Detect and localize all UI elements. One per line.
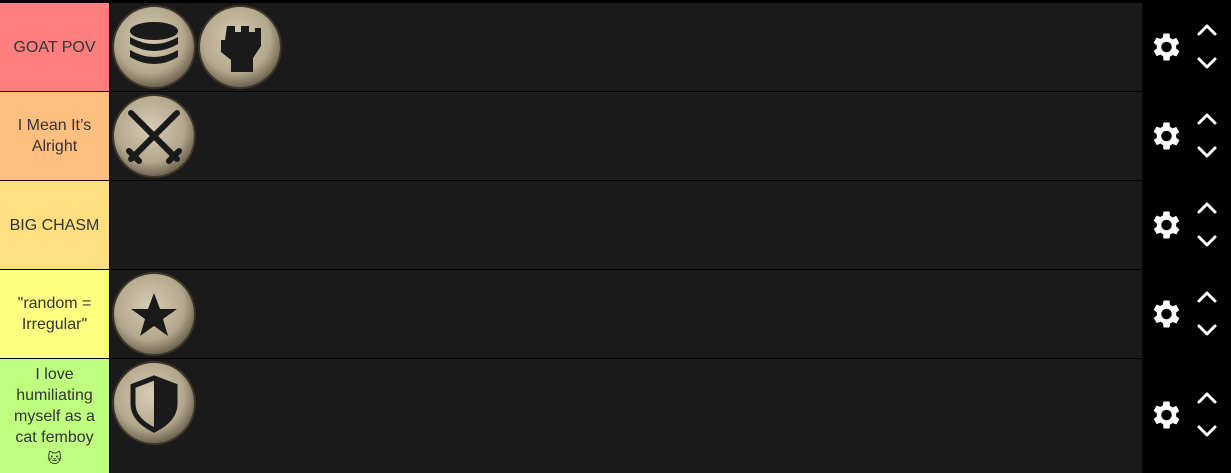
chevron-up-icon[interactable] [1194, 110, 1220, 128]
star-icon[interactable] [110, 271, 198, 357]
tier-row: I love humiliating myself as a cat fembo… [0, 359, 1231, 473]
tier-label-text: BIG CHASM [9, 216, 100, 234]
cat-emoji: 🐱 [47, 449, 62, 466]
gear-icon[interactable] [1147, 29, 1183, 65]
chevron-down-icon[interactable] [1194, 143, 1220, 161]
chevron-up-icon[interactable] [1194, 199, 1220, 217]
chevron-down-icon[interactable] [1194, 422, 1220, 440]
tier-row: GOAT POV [0, 3, 1231, 91]
chevron-down-icon[interactable] [1194, 232, 1220, 250]
tier-row: BIG CHASM [0, 181, 1231, 269]
tier-controls [1142, 270, 1231, 358]
gear-icon[interactable] [1147, 296, 1183, 332]
tier-label-text: GOAT POV [13, 38, 96, 56]
tier-list: GOAT POV I Mean It’s Alright BIG CHASM "… [0, 0, 1231, 473]
tier-label[interactable]: I love humiliating myself as a cat fembo… [0, 359, 109, 473]
tier-label-text: "random = Irregular" [17, 295, 92, 333]
chevron-up-icon[interactable] [1194, 21, 1220, 39]
tier-label-text: I love humiliating myself as a cat fembo… [14, 365, 95, 466]
tier-label[interactable]: I Mean It’s Alright [0, 92, 109, 180]
tier-label-text: I Mean It’s Alright [17, 117, 92, 155]
tier-items-area[interactable] [110, 270, 1142, 358]
gear-icon[interactable] [1147, 397, 1183, 433]
gear-icon[interactable] [1147, 118, 1183, 154]
tier-label[interactable]: "random = Irregular" [0, 270, 109, 358]
tier-row: I Mean It’s Alright [0, 92, 1231, 180]
chevron-up-icon[interactable] [1194, 288, 1220, 306]
tier-items-area[interactable] [110, 181, 1142, 269]
tier-items-area[interactable] [110, 359, 1142, 473]
tier-controls [1142, 359, 1231, 473]
tier-label[interactable]: GOAT POV [0, 3, 109, 91]
tier-controls [1142, 3, 1231, 91]
coins-icon[interactable] [110, 4, 198, 90]
shield-icon[interactable] [110, 360, 198, 446]
tier-controls [1142, 92, 1231, 180]
chevron-up-icon[interactable] [1194, 389, 1220, 407]
tier-items-area[interactable] [110, 92, 1142, 180]
chevron-down-icon[interactable] [1194, 321, 1220, 339]
tier-items-area[interactable] [110, 3, 1142, 91]
tier-label[interactable]: BIG CHASM [0, 181, 109, 269]
crossed-swords-icon[interactable] [110, 93, 198, 179]
gear-icon[interactable] [1147, 207, 1183, 243]
chevron-down-icon[interactable] [1194, 54, 1220, 72]
fist-icon[interactable] [196, 4, 284, 90]
tier-controls [1142, 181, 1231, 269]
tier-row: "random = Irregular" [0, 270, 1231, 358]
